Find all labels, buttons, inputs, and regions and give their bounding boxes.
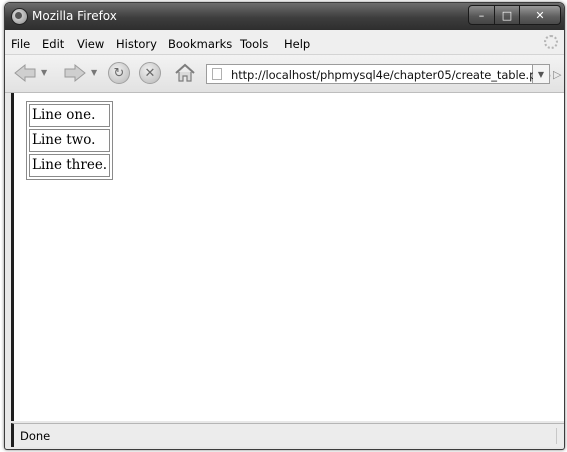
menu-bar: File Edit View History Bookmarks Tools H… bbox=[5, 30, 564, 55]
menu-file[interactable]: File bbox=[11, 37, 30, 51]
go-arrow-icon[interactable]: ▷ bbox=[553, 65, 564, 83]
browser-window: Mozilla Firefox – □ ✕ File Edit View His… bbox=[4, 2, 565, 450]
status-bar: Done bbox=[11, 423, 564, 447]
close-icon: ✕ bbox=[535, 8, 545, 22]
title-bar[interactable]: Mozilla Firefox – □ ✕ bbox=[5, 3, 564, 30]
table-cell: Line one. bbox=[29, 104, 111, 127]
table-row: Line one. bbox=[29, 104, 111, 127]
table-row: Line two. bbox=[29, 129, 111, 152]
activity-throbber-icon bbox=[544, 35, 558, 49]
stop-icon[interactable]: ✕ bbox=[139, 62, 161, 84]
window-controls: – □ ✕ bbox=[468, 5, 561, 25]
menu-history[interactable]: History bbox=[116, 37, 157, 51]
window-title: Mozilla Firefox bbox=[32, 9, 117, 23]
navigation-toolbar: ▼ ▼ ↻ ✕ http://localhost/phpmysql4e/chap… bbox=[5, 55, 564, 93]
url-text[interactable]: http://localhost/phpmysql4e/chapter05/cr… bbox=[231, 68, 551, 82]
table-cell: Line two. bbox=[29, 129, 111, 152]
forward-history-dropdown-icon[interactable]: ▼ bbox=[91, 68, 97, 77]
reload-icon[interactable]: ↻ bbox=[108, 62, 130, 84]
page-content: Line one. Line two. Line three. bbox=[11, 93, 564, 421]
dropdown-arrow-icon[interactable]: ▼ bbox=[533, 64, 550, 84]
menu-tools[interactable]: Tools bbox=[240, 37, 268, 51]
maximize-button[interactable]: □ bbox=[495, 5, 520, 25]
minimize-button[interactable]: – bbox=[468, 5, 495, 25]
menu-edit[interactable]: Edit bbox=[42, 37, 64, 51]
forward-arrow-icon[interactable] bbox=[63, 63, 87, 83]
home-icon[interactable] bbox=[173, 61, 197, 85]
address-bar[interactable]: http://localhost/phpmysql4e/chapter05/cr… bbox=[206, 64, 551, 84]
content-table: Line one. Line two. Line three. bbox=[26, 101, 114, 180]
resize-grip-icon[interactable] bbox=[556, 428, 564, 444]
maximize-icon: □ bbox=[501, 8, 513, 22]
table-row: Line three. bbox=[29, 154, 111, 177]
status-text: Done bbox=[20, 429, 51, 443]
menu-bookmarks[interactable]: Bookmarks bbox=[168, 37, 232, 51]
menu-view[interactable]: View bbox=[77, 37, 104, 51]
close-button[interactable]: ✕ bbox=[520, 5, 561, 25]
back-arrow-icon[interactable] bbox=[13, 63, 37, 83]
page-icon bbox=[212, 68, 222, 80]
firefox-logo-icon bbox=[11, 8, 28, 25]
table-cell: Line three. bbox=[29, 154, 111, 177]
back-history-dropdown-icon[interactable]: ▼ bbox=[41, 68, 47, 77]
minimize-icon: – bbox=[478, 8, 485, 22]
menu-help[interactable]: Help bbox=[284, 37, 310, 51]
